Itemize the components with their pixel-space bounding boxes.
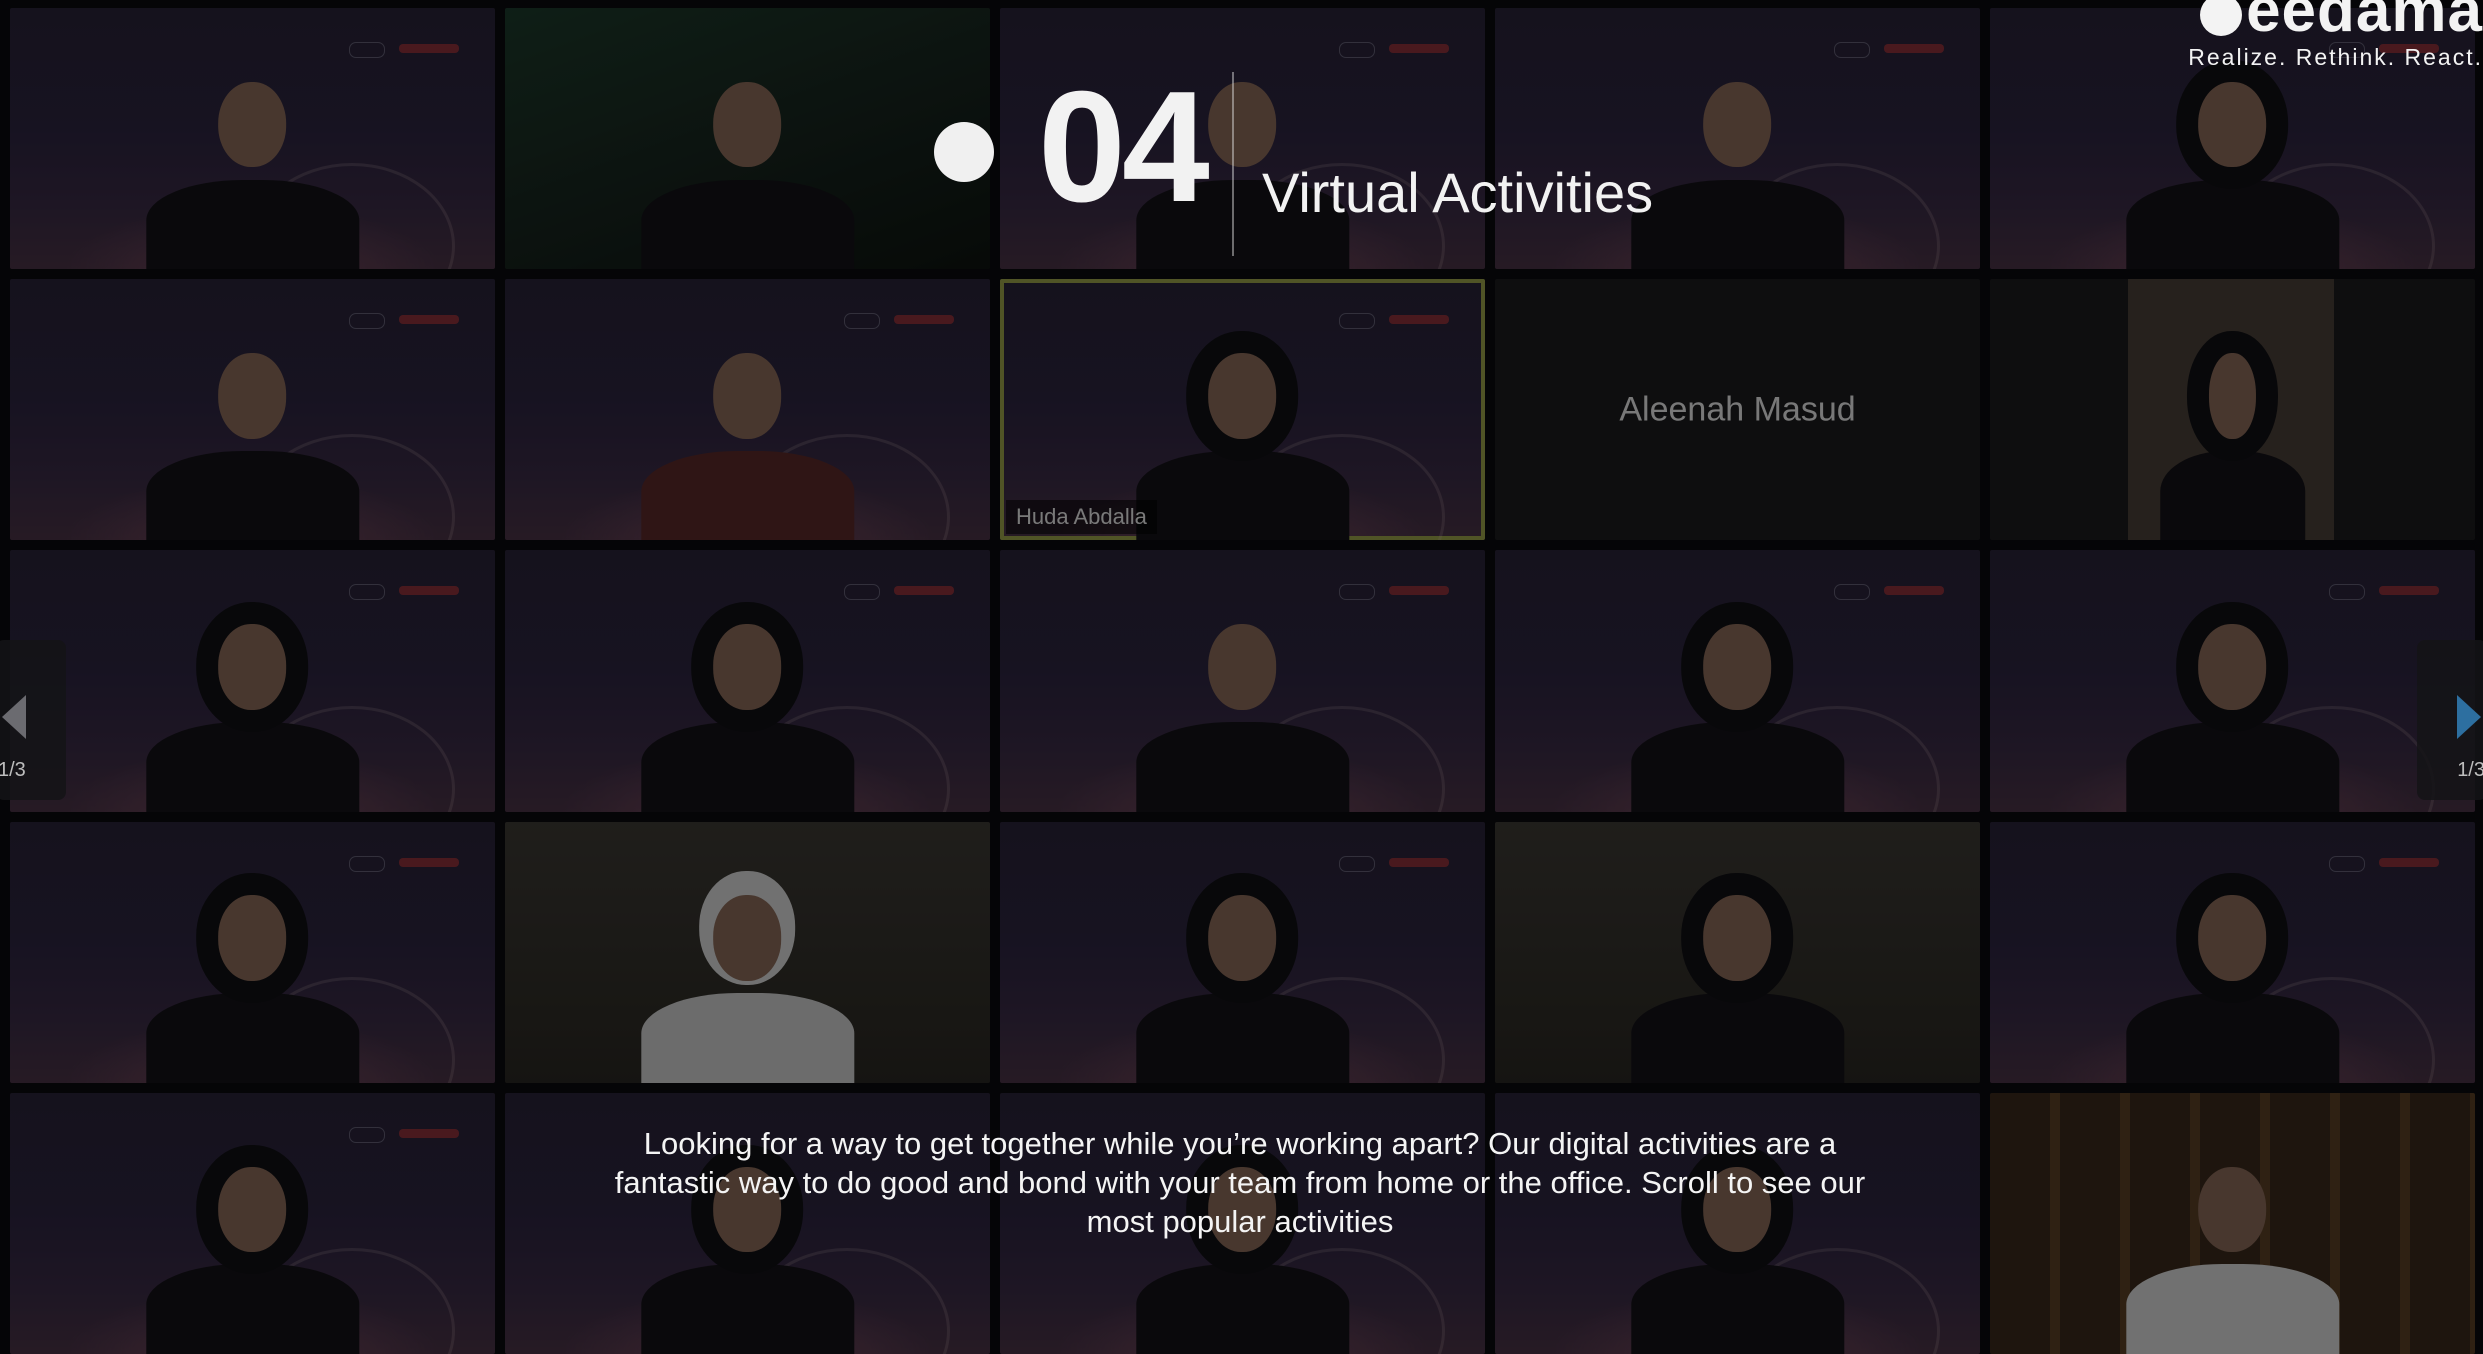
participant-tile[interactable]: [1495, 821, 1980, 1083]
participant-tile[interactable]: [1000, 821, 1485, 1083]
participant-tile[interactable]: [10, 279, 495, 541]
page-counter: 1/3: [0, 759, 26, 781]
brand-tagline: Realize. Rethink. React.: [2188, 44, 2483, 70]
participant-tile[interactable]: [1990, 279, 2475, 541]
section-description: Looking for a way to get together while …: [614, 1126, 1866, 1239]
participant-tile[interactable]: [1000, 550, 1485, 812]
participant-tile[interactable]: [1990, 1092, 2475, 1354]
participant-tile[interactable]: [505, 8, 990, 270]
participant-tile[interactable]: [10, 8, 495, 270]
section-title: Virtual Activities: [1262, 161, 1654, 224]
page-counter: 1/3: [2457, 759, 2483, 781]
participant-tile[interactable]: [1990, 821, 2475, 1083]
participant-tile[interactable]: [1990, 550, 2475, 812]
participant-tile[interactable]: [505, 279, 990, 541]
participant-name: Aleenah Masud: [1619, 390, 1856, 429]
previous-page-button[interactable]: 1/3: [0, 640, 66, 800]
participant-tile[interactable]: [505, 550, 990, 812]
globe-icon: [2200, 0, 2243, 36]
participant-tile[interactable]: [1495, 8, 1980, 270]
participant-tile[interactable]: [1495, 550, 1980, 812]
participant-tile-camera-off[interactable]: Aleenah Masud: [1495, 279, 1980, 541]
bullet-dot: [934, 122, 994, 182]
divider: [1232, 72, 1234, 256]
arrow-right-icon: [2457, 695, 2481, 739]
participant-tile-active-speaker[interactable]: Huda Abdalla: [1000, 279, 1485, 541]
participant-name-tag: Huda Abdalla: [1006, 500, 1157, 535]
arrow-left-icon: [2, 695, 26, 739]
brand-logo: eedama Realize. Rethink. React.: [2188, 0, 2483, 71]
next-page-button[interactable]: 1/3: [2417, 640, 2483, 800]
participant-tile[interactable]: [10, 1092, 495, 1354]
section-number: 04: [1038, 59, 1210, 235]
participant-tile[interactable]: [505, 821, 990, 1083]
participant-tile[interactable]: [10, 821, 495, 1083]
participant-tile[interactable]: [10, 550, 495, 812]
brand-name: eedama: [2246, 0, 2483, 45]
